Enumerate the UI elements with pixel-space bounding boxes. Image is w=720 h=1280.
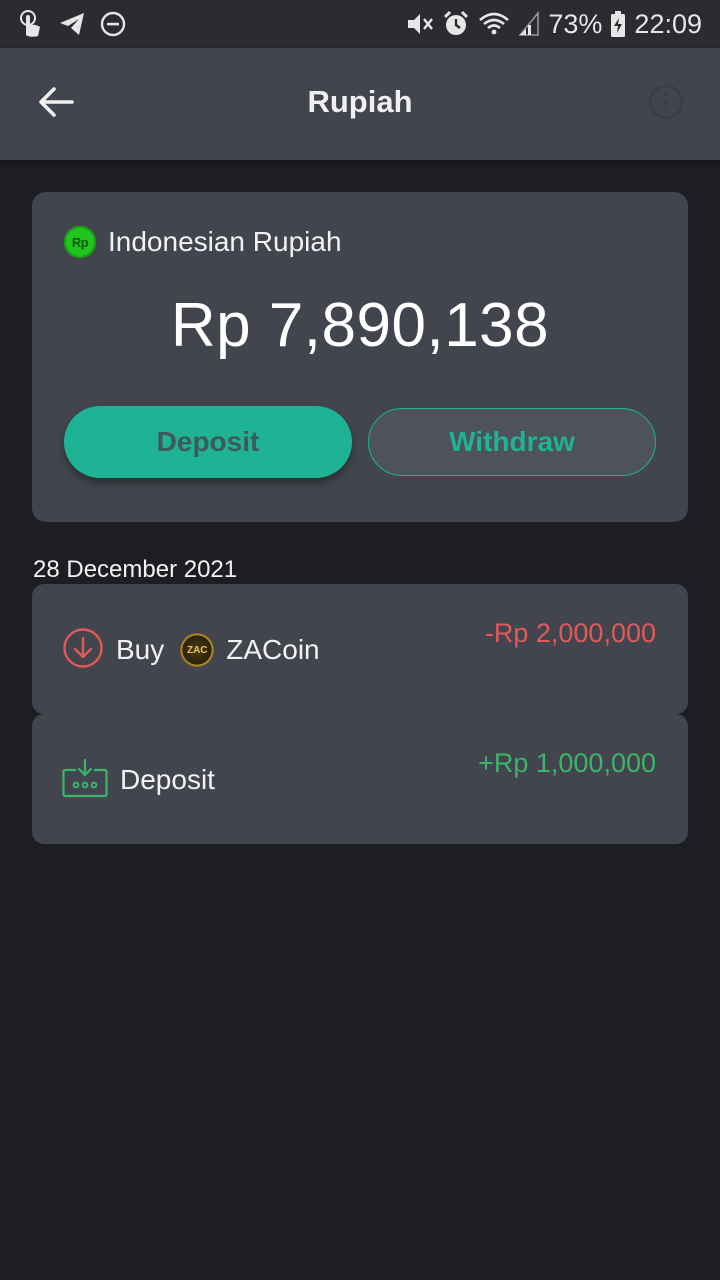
alarm-icon — [442, 10, 470, 38]
coin-name: ZACoin — [226, 634, 320, 665]
clock-time: 22:09 — [634, 8, 702, 39]
info-icon — [648, 84, 684, 125]
mute-icon — [406, 11, 434, 37]
do-not-disturb-icon — [100, 11, 126, 37]
currency-name: Indonesian Rupiah — [108, 226, 342, 257]
status-notifications — [18, 9, 126, 39]
status-bar: 73% 22:09 — [0, 0, 720, 48]
page-title: Rupiah — [307, 84, 413, 119]
transaction-type: Deposit — [120, 764, 215, 795]
transaction-item-deposit[interactable]: Deposit +Rp 1,000,000 — [32, 714, 688, 844]
battery-charging-icon — [610, 10, 626, 38]
transaction-info: Buy ZAC ZACoin — [62, 627, 320, 674]
app-bar: Rupiah — [0, 48, 720, 160]
wifi-icon — [478, 11, 510, 37]
transaction-type: Buy — [116, 634, 165, 665]
withdraw-button[interactable]: Withdraw — [368, 408, 656, 476]
signal-icon — [518, 11, 540, 37]
touch-hand-icon — [18, 9, 44, 39]
telegram-icon — [58, 11, 86, 37]
transaction-info: Deposit — [62, 758, 215, 802]
transaction-date-heading: 28 December 2021 — [33, 556, 238, 583]
info-button[interactable] — [648, 84, 684, 125]
transaction-amount: +Rp 1,000,000 — [478, 748, 656, 778]
deposit-tray-icon — [62, 758, 108, 803]
arrow-down-circle-icon — [62, 627, 104, 674]
status-system: 73% 22:09 — [406, 9, 702, 40]
transaction-amount: -Rp 2,000,000 — [484, 618, 656, 648]
deposit-button[interactable]: Deposit — [64, 406, 352, 478]
battery-percent: 73% — [548, 8, 603, 39]
balance-card: Rp Indonesian Rupiah Rp 7,890,138 Deposi… — [32, 192, 688, 522]
zacoin-logo-icon: ZAC — [180, 633, 215, 667]
currency-header: Rp Indonesian Rupiah — [64, 226, 342, 258]
rupiah-logo-icon: Rp — [64, 226, 96, 258]
transaction-item-buy[interactable]: Buy ZAC ZACoin -Rp 2,000,000 — [32, 584, 688, 714]
balance-amount: Rp 7,890,138 — [170, 291, 550, 360]
